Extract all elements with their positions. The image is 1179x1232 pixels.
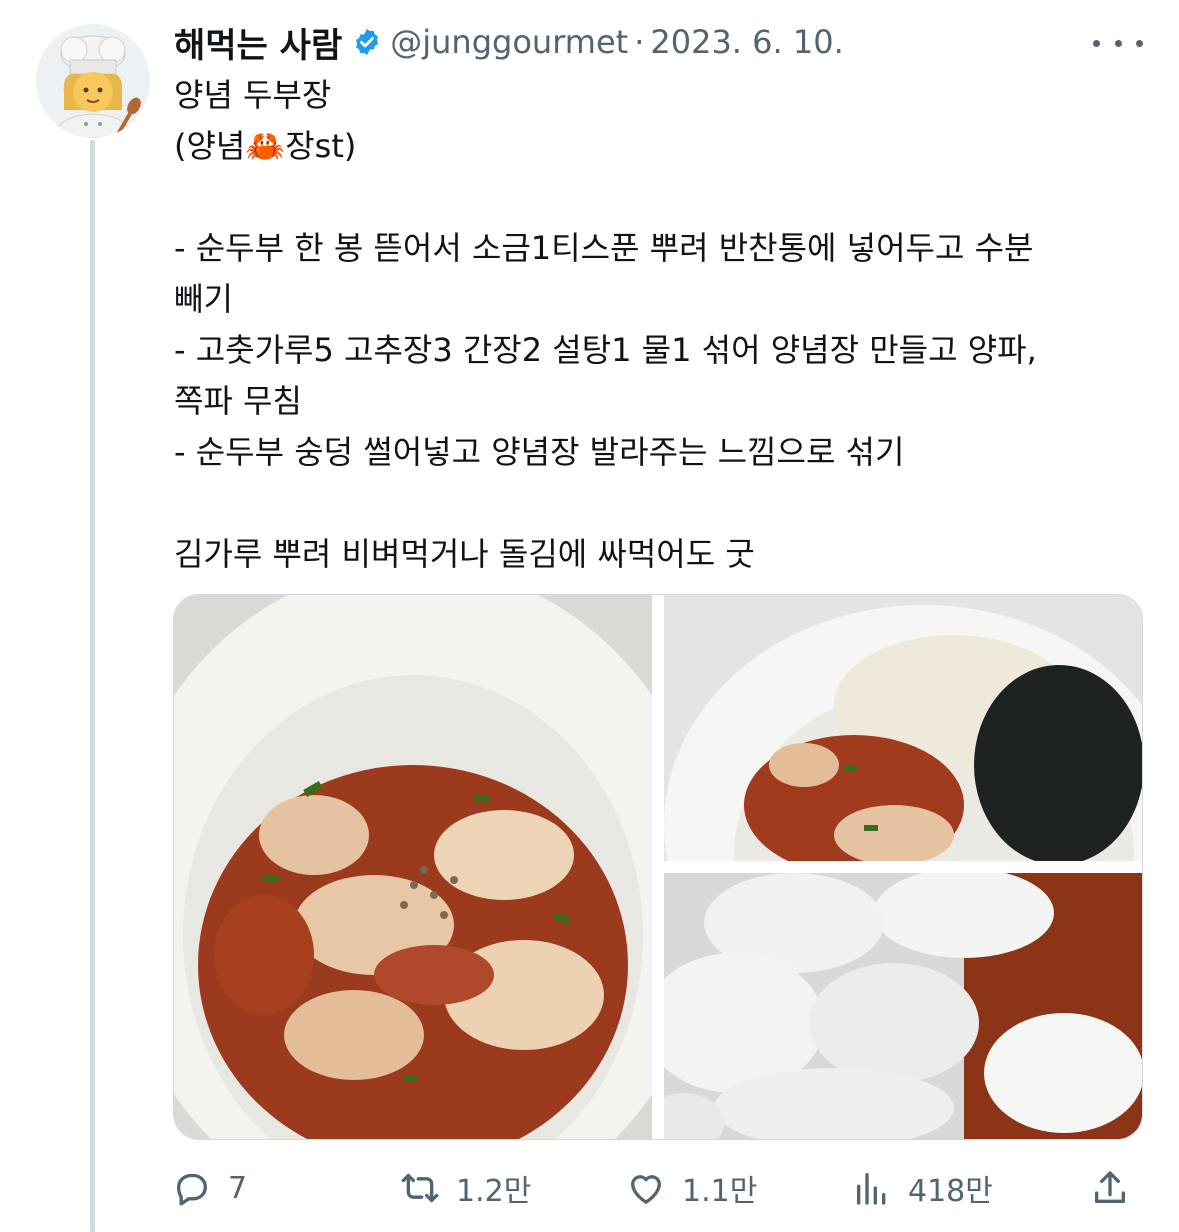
tweet-line [174, 172, 1144, 223]
retweet-count: 1.2만 [456, 1174, 532, 1209]
tweet-header: 해먹는 사람 @junggourmet · 2023. 6. 10. [174, 18, 844, 66]
more-dot [1114, 39, 1122, 47]
photo-seasoned-tofu-bowl[interactable] [174, 595, 652, 1139]
separator-dot: · [634, 23, 645, 61]
more-dot [1136, 39, 1143, 47]
tweet-line: 양념 두부장 [174, 76, 332, 114]
reply-count: 7 [228, 1170, 248, 1206]
tweet-text: 양념 두부장 (양념🦀장st) - 순두부 한 봉 뜯어서 소금1티스푼 뿌려 … [174, 70, 1144, 580]
tweet-line: - 고춧가루5 고추장3 간장2 설탕1 물1 섞어 양념장 만들고 양파, [174, 331, 1037, 369]
more-options-icon[interactable] [1093, 28, 1143, 58]
tweet-line: (양념🦀장st) [174, 127, 357, 165]
author-handle[interactable]: @junggourmet [390, 23, 628, 61]
reply-button[interactable]: 7 [172, 1160, 247, 1216]
media-grid [173, 594, 1143, 1140]
views-chart-icon [857, 1173, 886, 1205]
thread-line [90, 140, 95, 1232]
tweet-line: 쪽파 무침 [174, 382, 302, 420]
tweet-line: 김가루 뿌려 비벼먹거나 돌김에 싸먹어도 굿 [174, 535, 755, 573]
like-count: 1.1만 [682, 1174, 758, 1209]
retweet-icon [401, 1173, 439, 1203]
action-bar: 7 1.2만 1.1만 418만 [172, 1160, 1144, 1216]
author-name[interactable]: 해먹는 사람 [174, 18, 342, 67]
tweet-line: 빼기 [174, 280, 233, 318]
photo-soft-tofu-slices[interactable] [664, 873, 1142, 1139]
avatar[interactable] [36, 24, 150, 138]
share-icon [1095, 1171, 1125, 1203]
tweet-line [174, 478, 1144, 529]
tweet-line: - 순두부 숭덩 썰어넣고 양념장 발라주는 느낌으로 섞기 [174, 433, 905, 471]
photo-rice-with-seaweed[interactable] [664, 595, 1142, 861]
like-button[interactable]: 1.1만 [626, 1160, 757, 1216]
views-button[interactable]: 418만 [852, 1160, 993, 1216]
post-date[interactable]: 2023. 6. 10. [650, 23, 843, 61]
share-button[interactable] [1090, 1160, 1130, 1216]
verified-badge-icon [356, 28, 379, 56]
heart-icon [631, 1175, 661, 1204]
chef-woman-icon [53, 35, 141, 138]
more-dot [1093, 39, 1100, 47]
reply-icon [177, 1173, 207, 1206]
views-count: 418만 [908, 1174, 993, 1209]
tweet-line: - 순두부 한 봉 뜯어서 소금1티스푼 뿌려 반찬통에 넣어두고 수분 [174, 229, 1034, 267]
retweet-button[interactable]: 1.2만 [400, 1160, 531, 1216]
